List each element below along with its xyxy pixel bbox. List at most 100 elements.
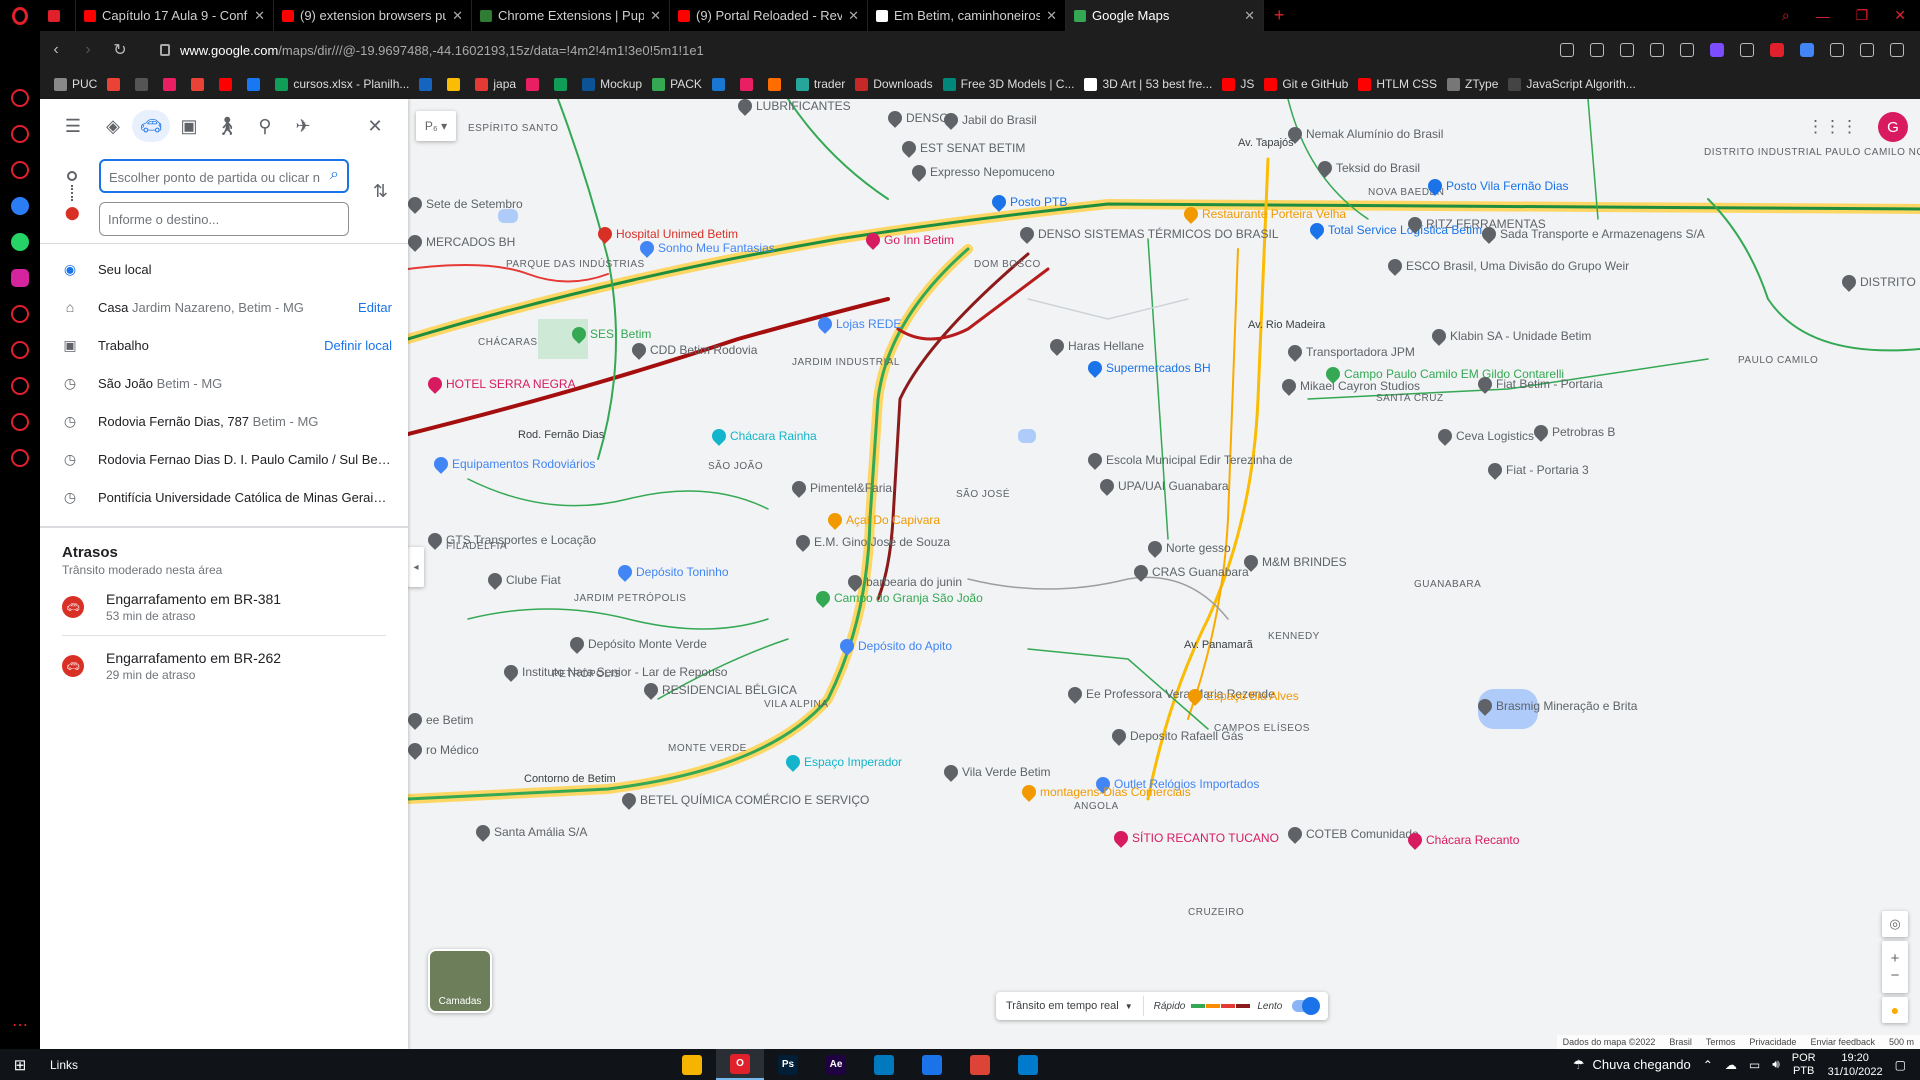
bookmark-item[interactable] [247,77,265,91]
flight-icon[interactable]: ✈ [284,110,322,142]
suggestion-action-link[interactable]: Definir local [324,338,392,353]
map-poi[interactable]: BETEL QUÍMICA COMÉRCIO E SERVIÇO [619,790,869,810]
map-poi[interactable]: UPA/UAI Guanabara [1097,476,1229,496]
collapse-panel-button[interactable]: ◂ [408,547,424,587]
after-effects-taskbar-button[interactable]: Ae [812,1049,860,1080]
attribution-item[interactable]: Brasil [1669,1037,1692,1047]
tab-search-icon[interactable]: ⌕ [1782,7,1790,24]
map-poi[interactable]: Teksid do Brasil [1315,158,1420,178]
traffic-jam-item[interactable]: 🚗︎ Engarrafamento em BR-381 53 min de atra… [62,577,386,636]
bookmark-item[interactable]: trader [795,77,845,91]
layers-button[interactable]: Camadas [428,949,492,1013]
map-poi[interactable]: HOTEL SERRA NEGRA [425,374,576,394]
attribution-item[interactable]: Privacidade [1749,1037,1796,1047]
menu-icon[interactable]: ☰ [54,110,92,142]
close-tab-icon[interactable]: ✕ [452,8,463,24]
history-icon[interactable] [11,377,29,395]
map-poi[interactable]: Instituto Nara Senior - Lar de Repouso [501,662,727,682]
map-poi[interactable]: Expresso Nepomuceno [909,162,1055,182]
tray-chevron-icon[interactable]: ⌃ [1703,1058,1713,1072]
whatsapp-icon[interactable] [11,233,29,251]
photoshop-taskbar-button[interactable]: Ps [764,1049,812,1080]
map-poi[interactable]: Posto Vila Fernão Dias [1425,176,1569,196]
map-poi[interactable]: Lojas REDE [815,314,901,334]
map-poi[interactable]: Norte gesso [1145,538,1231,558]
volume-icon[interactable]: 🔊︎ [1772,1057,1780,1072]
chrome-taskbar-button[interactable] [956,1049,1004,1080]
windows-start-icon[interactable]: ⊞ [0,1056,40,1074]
messenger-icon[interactable] [11,197,29,215]
bookmark-item[interactable] [191,77,209,91]
chevron-down-icon[interactable]: ▼ [1125,1002,1133,1011]
map-poi[interactable]: Deposito Rafaell Gás [1109,726,1243,746]
more-icon[interactable]: ⋯ [12,1015,28,1035]
map-poi[interactable]: Posto PTB [989,192,1067,212]
close-tab-icon[interactable]: ✕ [1046,8,1057,24]
browser-tab[interactable] [40,0,76,31]
bookmark-item[interactable] [767,77,786,91]
bookmark-item[interactable] [419,77,437,91]
instagram-icon[interactable] [11,269,29,287]
map-poi[interactable]: ee Betim [408,710,473,730]
bookmark-item[interactable] [554,77,572,91]
network-icon[interactable]: ▭ [1749,1058,1760,1072]
language-indicator[interactable]: POR PTB [1792,1052,1816,1078]
settings-icon[interactable] [11,449,29,467]
vscode-taskbar-button[interactable] [1004,1049,1052,1080]
vpn-icon[interactable] [1710,43,1724,57]
car-icon[interactable]: 🚗︎ [132,110,170,142]
url-field[interactable]: www.google.com/maps/dir///@-19.9697488,-… [180,43,704,58]
close-icon[interactable]: ✕ [356,110,394,142]
cube-icon[interactable] [11,413,29,431]
bookmark-item[interactable]: JavaScript Algorith... [1508,77,1636,91]
my-location-button[interactable]: ◎ [1882,911,1908,937]
map-poi[interactable]: Chácara Recanto [1405,830,1519,850]
notifications-icon[interactable]: ▢ [1895,1058,1906,1072]
bookmark-item[interactable]: Mockup [582,77,642,91]
zoom-out-icon[interactable]: − [1891,967,1900,984]
trello-taskbar-button[interactable] [860,1049,908,1080]
browser-tab[interactable]: (9) extension browsers pup ✕ [274,0,472,31]
map-poi[interactable]: Depósito Monte Verde [567,634,707,654]
map-poi[interactable]: Hospital Unimed Betim [595,224,738,244]
browser-tab[interactable]: Capítulo 17 Aula 9 - Config ✕ [76,0,274,31]
close-tab-icon[interactable]: ✕ [1244,8,1255,24]
map-poi[interactable]: CDD Betim Rodovia [629,340,757,360]
search-icon[interactable] [1560,43,1574,57]
map-poi[interactable]: Clube Fiat [485,570,561,590]
map-poi[interactable]: Depósito do Apito [837,636,952,656]
suggestion-item[interactable]: ▣ Trabalho Definir local [40,326,408,364]
browser-tab[interactable]: (9) Portal Reloaded - Reve ✕ [670,0,868,31]
attribution-item[interactable]: Enviar feedback [1810,1037,1875,1047]
account-avatar[interactable]: G [1878,112,1908,142]
map-poi[interactable]: SÍTIO RECANTO TUCANO [1111,828,1279,848]
twitch-icon[interactable] [11,161,29,179]
extension-icon[interactable] [1770,43,1784,57]
forward-icon[interactable]: › [72,41,104,59]
search-icon[interactable]: ⌕ [330,166,339,184]
links-toolbar[interactable]: Links [50,1058,78,1072]
weather-text[interactable]: Chuva chegando [1592,1057,1690,1072]
menu-icon[interactable] [1890,43,1904,57]
bookmark-item[interactable] [526,77,544,91]
bookmark-item[interactable]: HTLM CSS [1358,77,1437,91]
bookmark-item[interactable] [711,77,730,91]
close-window-icon[interactable]: ✕ [1894,7,1906,24]
bookmark-item[interactable]: Free 3D Models | C... [942,77,1074,91]
map-poi[interactable]: DISTRITO INDUSTRIAL PAULO CAMILO SUL [1839,272,1920,292]
close-tab-icon[interactable]: ✕ [254,8,265,24]
snapshot-icon[interactable] [1620,43,1634,57]
map-poi[interactable]: ESCO Brasil, Uma Divisão do Grupo Weir [1385,256,1629,276]
lock-icon[interactable] [160,44,170,56]
box-icon[interactable] [1830,43,1844,57]
map-poi[interactable]: RESIDENCIAL BÉLGICA [641,680,797,700]
bookmark-item[interactable]: cursos.xlsx - Planilh... [275,77,409,91]
edit-icon[interactable] [11,341,29,359]
traffic-toggle[interactable] [1292,997,1321,1015]
map-poi[interactable]: Campo do Granja São João [813,588,983,608]
map-poi[interactable]: Vila Verde Betim [941,762,1051,782]
map-poi[interactable]: Santa Amália S/A [473,822,587,842]
suggestion-item[interactable]: ◉ Seu local [40,250,408,288]
weather-icon[interactable]: ☂ [1573,1057,1585,1073]
bookmark-item[interactable] [447,77,465,91]
